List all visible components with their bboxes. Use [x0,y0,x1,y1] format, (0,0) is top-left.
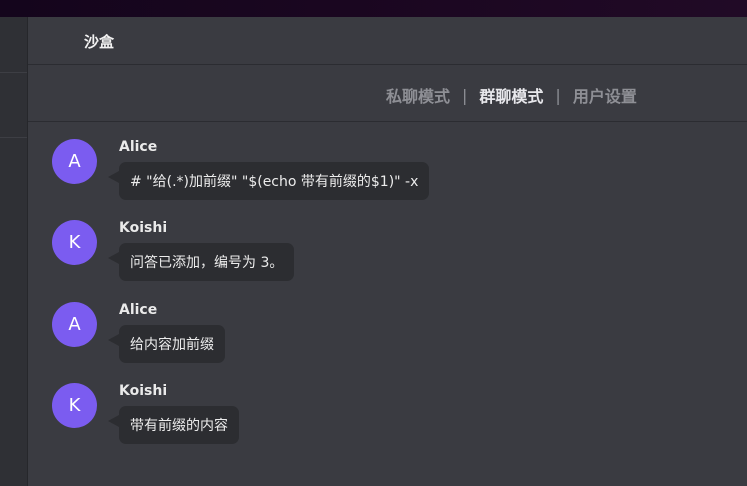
tab-separator: | [555,85,561,105]
tab-separator: | [462,85,468,105]
avatar[interactable]: K [52,220,97,265]
avatar[interactable]: A [52,302,97,347]
message-author: Alice [119,302,158,318]
top-strip [0,0,747,17]
chat-header: 沙盒 [28,17,747,65]
message-author: Koishi [119,383,168,399]
app-window: 沙盒 私聊模式 | 群聊模式 | 用户设置 A Alice # "给(.*)加前… [0,0,747,486]
message-bubble: 给内容加前缀 [108,325,225,363]
message-bubble: 带有前缀的内容 [108,406,239,444]
sidebar-divider [0,137,27,138]
mode-tabs: 私聊模式 | 群聊模式 | 用户设置 [386,83,637,107]
mode-bar: 私聊模式 | 群聊模式 | 用户设置 [28,65,747,122]
message-item: K Koishi 带有前缀的内容 [52,383,732,453]
avatar[interactable]: K [52,383,97,428]
tab-user-settings[interactable]: 用户设置 [573,83,637,107]
message-item: A Alice 给内容加前缀 [52,302,732,372]
page-title: 沙盒 [84,33,115,51]
tab-group-chat[interactable]: 群聊模式 [479,83,543,107]
sidebar-divider [0,72,27,73]
message-item: K Koishi 问答已添加，编号为 3。 [52,220,732,290]
sidebar [0,17,28,486]
tab-private-chat[interactable]: 私聊模式 [386,83,450,107]
message-bubble: 问答已添加，编号为 3。 [107,243,295,281]
message-author: Koishi [119,220,168,236]
message-item: A Alice # "给(.*)加前缀" "$(echo 带有前缀的$1)" -… [52,139,732,209]
chat-panel: 沙盒 私聊模式 | 群聊模式 | 用户设置 A Alice # "给(.*)加前… [28,17,747,486]
avatar[interactable]: A [52,139,97,184]
message-bubble: # "给(.*)加前缀" "$(echo 带有前缀的$1)" -x [107,162,430,200]
message-author: Alice [119,139,158,155]
